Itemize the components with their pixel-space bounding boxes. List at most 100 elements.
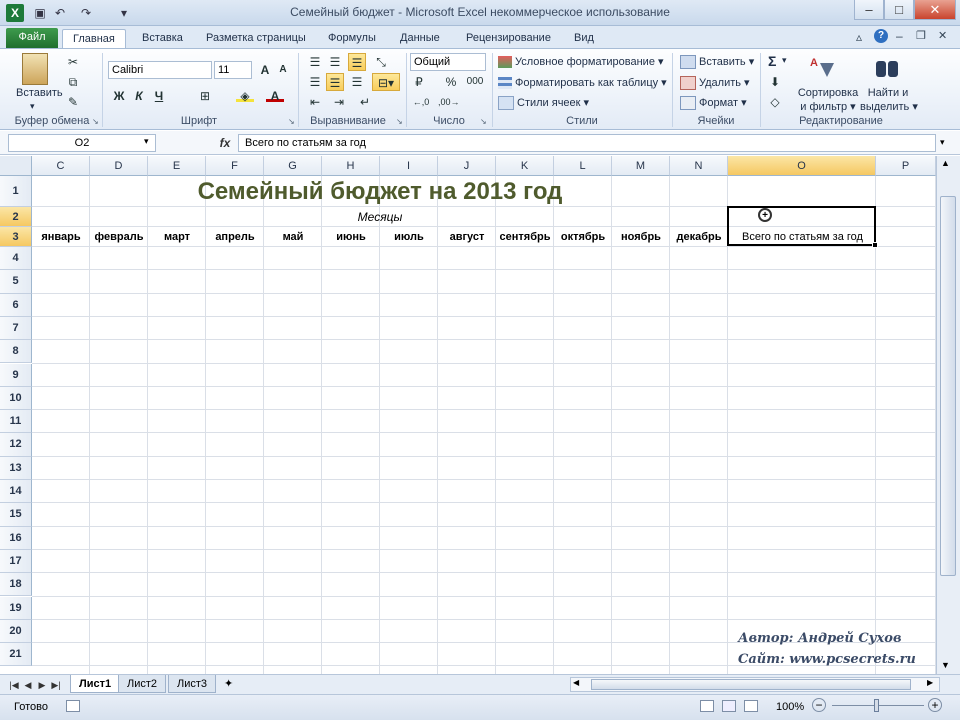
thousands-button[interactable]: 000 xyxy=(462,73,488,91)
number-format-combo[interactable]: Общий xyxy=(410,53,486,71)
align-left-icon[interactable]: ☰ xyxy=(306,73,324,91)
month-cell[interactable]: февраль xyxy=(90,228,148,247)
alignment-launcher-icon[interactable]: ↘ xyxy=(396,117,403,126)
scroll-up-icon[interactable]: ▲ xyxy=(941,158,950,168)
row-header-1[interactable]: 1 xyxy=(0,176,32,207)
grow-font-icon[interactable]: A xyxy=(256,61,274,79)
month-cell[interactable]: октябрь xyxy=(554,228,612,247)
row-header-5[interactable]: 5 xyxy=(0,270,32,294)
align-right-icon[interactable]: ☰ xyxy=(348,73,366,91)
row-header-12[interactable]: 12 xyxy=(0,433,32,457)
row-header-14[interactable]: 14 xyxy=(0,480,32,504)
month-cell[interactable]: декабрь xyxy=(670,228,728,247)
copy-icon[interactable]: ⧉ xyxy=(64,73,82,91)
column-header-f[interactable]: F xyxy=(206,156,264,176)
month-cell[interactable]: август xyxy=(438,228,496,247)
sheet-tab-1[interactable]: Лист1 xyxy=(70,675,121,693)
month-cell[interactable]: сентябрь xyxy=(496,228,554,247)
name-box-dropdown-icon[interactable]: ▾ xyxy=(144,136,149,147)
month-cell[interactable]: апрель xyxy=(206,228,264,247)
vertical-scroll-thumb[interactable] xyxy=(940,196,956,576)
month-cell[interactable]: июль xyxy=(380,228,438,247)
zoom-out-icon[interactable]: − xyxy=(812,698,826,712)
zoom-slider-thumb[interactable] xyxy=(874,699,879,712)
column-header-d[interactable]: D xyxy=(90,156,148,176)
sheet-tab-3[interactable]: Лист3 xyxy=(168,675,217,693)
month-cell[interactable]: май xyxy=(264,228,322,247)
row-header-4[interactable]: 4 xyxy=(0,247,32,271)
column-header-i[interactable]: I xyxy=(380,156,438,176)
row-header-7[interactable]: 7 xyxy=(0,316,32,341)
clear-icon[interactable]: ◇ xyxy=(766,93,784,111)
row-header-19[interactable]: 19 xyxy=(0,596,32,620)
column-header-m[interactable]: M xyxy=(612,156,670,176)
binoculars-icon[interactable] xyxy=(874,55,900,81)
wb-minimize-icon[interactable]: – xyxy=(896,29,903,43)
tab-insert[interactable]: Вставка xyxy=(132,29,193,48)
tab-file[interactable]: Файл xyxy=(6,28,58,48)
conditional-formatting-button[interactable]: Условное форматирование ▾ xyxy=(498,55,664,69)
fill-icon[interactable]: ⬇ xyxy=(766,73,784,91)
total-header-cell[interactable]: Всего по статьям за год xyxy=(729,228,876,247)
row-header-10[interactable]: 10 xyxy=(0,386,32,411)
page-break-view-icon[interactable] xyxy=(744,700,758,712)
row-header-3[interactable]: 3 xyxy=(0,227,32,247)
italic-button[interactable]: К xyxy=(130,87,148,105)
bold-button[interactable]: Ж xyxy=(110,87,128,105)
scroll-right-icon[interactable]: ▶ xyxy=(927,678,933,687)
row-header-8[interactable]: 8 xyxy=(0,340,32,364)
expand-formula-icon[interactable]: ▾ xyxy=(940,137,945,148)
column-header-c[interactable]: C xyxy=(32,156,90,176)
zoom-in-icon[interactable]: + xyxy=(928,698,942,712)
format-as-table-button[interactable]: Форматировать как таблицу ▾ xyxy=(498,76,667,90)
maximize-button[interactable]: □ xyxy=(884,0,914,20)
tab-data[interactable]: Данные xyxy=(390,29,450,48)
month-cell[interactable]: январь xyxy=(32,228,90,247)
column-header-p[interactable]: P xyxy=(876,156,936,176)
month-cell[interactable]: июнь xyxy=(322,228,380,247)
orientation-icon[interactable]: ⤡ xyxy=(372,53,390,71)
last-sheet-icon[interactable]: ▶| xyxy=(50,677,62,693)
next-sheet-icon[interactable]: ▶ xyxy=(36,677,48,693)
paste-dropdown-icon[interactable]: ▾ xyxy=(30,101,35,112)
tab-home[interactable]: Главная xyxy=(62,29,126,48)
customize-toolbar-icon[interactable]: ▾ xyxy=(116,5,132,21)
select-all-corner[interactable] xyxy=(0,156,32,176)
increase-indent-icon[interactable]: ⇥ xyxy=(330,93,348,111)
underline-button[interactable]: Ч xyxy=(150,87,168,105)
font-size-combo[interactable]: 11 xyxy=(214,61,252,79)
row-header-6[interactable]: 6 xyxy=(0,293,32,317)
autosum-button[interactable]: Σ xyxy=(768,53,776,69)
horizontal-scroll-thumb[interactable] xyxy=(591,679,911,690)
column-header-h[interactable]: H xyxy=(322,156,380,176)
months-label[interactable]: Месяцы xyxy=(32,208,728,227)
decrease-indent-icon[interactable]: ⇤ xyxy=(306,93,324,111)
find-select-label-1[interactable]: Найти и xyxy=(860,87,916,99)
fill-color-icon[interactable]: ◈ xyxy=(236,87,254,103)
delete-cells-button[interactable]: Удалить ▾ xyxy=(680,76,750,91)
currency-icon[interactable]: ₽ xyxy=(410,73,428,91)
worksheet-grid[interactable]: CDEFGHIJKLMNOP 1 2 3 4 5 6 7 8 9 10 11 12 13 14 15 16 17… xyxy=(0,156,936,674)
prev-sheet-icon[interactable]: ◀ xyxy=(22,677,34,693)
wb-restore-icon[interactable]: ❐ xyxy=(916,29,926,42)
wrap-text-icon[interactable]: ↵ xyxy=(356,93,374,111)
first-sheet-icon[interactable]: |◀ xyxy=(8,677,20,693)
tab-formulas[interactable]: Формулы xyxy=(318,29,386,48)
sort-filter-label-2[interactable]: и фильтр ▾ xyxy=(796,100,860,113)
month-cell[interactable]: ноябрь xyxy=(612,228,670,247)
month-cell[interactable]: март xyxy=(148,228,206,247)
font-name-combo[interactable]: Calibri xyxy=(108,61,212,79)
column-header-k[interactable]: K xyxy=(496,156,554,176)
help-icon[interactable]: ? xyxy=(874,29,888,43)
macro-record-icon[interactable] xyxy=(66,700,80,712)
column-header-e[interactable]: E xyxy=(148,156,206,176)
column-header-l[interactable]: L xyxy=(554,156,612,176)
name-box[interactable]: O2 xyxy=(8,134,156,152)
excel-app-icon[interactable]: X xyxy=(6,4,24,22)
row-header-21[interactable]: 21 xyxy=(0,643,32,667)
formula-input[interactable]: Всего по статьям за год xyxy=(238,134,936,152)
shrink-font-icon[interactable]: A xyxy=(274,61,292,79)
normal-view-icon[interactable] xyxy=(700,700,714,712)
increase-decimal-icon[interactable]: ←,0 xyxy=(412,93,430,111)
tab-page-layout[interactable]: Разметка страницы xyxy=(196,29,316,48)
